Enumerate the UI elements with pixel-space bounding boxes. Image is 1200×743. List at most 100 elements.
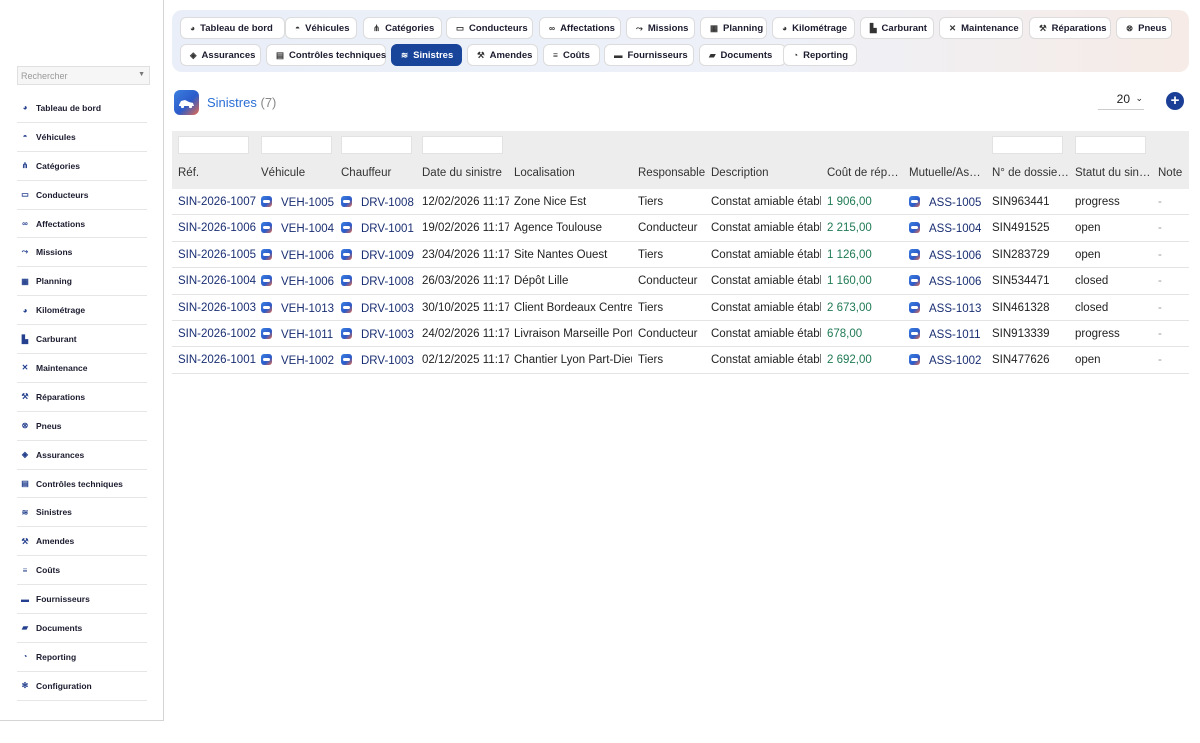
claim-ref-link[interactable]: SIN-2026-1004 <box>178 275 256 287</box>
insurer-link[interactable]: ASS-1004 <box>909 222 986 235</box>
table-row[interactable]: SIN-2026-1007 VEH-1005 DRV-1008 12/02/2026 … <box>172 189 1189 216</box>
tab-calendar[interactable]: ▦ Planning <box>700 17 767 39</box>
vehicle-link-text[interactable]: VEH-1002 <box>281 355 334 367</box>
caret-down-icon[interactable]: ▼ <box>138 71 145 78</box>
vehicle-link[interactable]: VEH-1002 <box>261 354 337 367</box>
sidebar-item-folder[interactable]: ▰ Documents <box>17 614 147 643</box>
sidebar-item-chart-pie[interactable]: ◔ Reporting <box>17 643 147 672</box>
record-link-icon[interactable] <box>909 327 920 339</box>
vehicle-link-text[interactable]: VEH-1013 <box>281 303 334 315</box>
driver-link[interactable]: DRV-1008 <box>341 196 417 209</box>
insurer-link[interactable]: ASS-1006 <box>909 248 986 262</box>
vehicle-link-text[interactable]: VEH-1011 <box>281 329 333 341</box>
column-header[interactable]: Statut du sini… <box>1075 167 1152 179</box>
vehicle-link[interactable]: VEH-1004 <box>261 222 337 235</box>
column-filter-input[interactable] <box>178 136 249 154</box>
tab-tire[interactable]: ⊗ Pneus <box>1116 17 1172 39</box>
driver-link[interactable]: DRV-1003 <box>341 301 417 315</box>
sidebar-item-gavel[interactable]: ⚒ Amendes <box>17 527 147 557</box>
column-header[interactable]: Réf. <box>178 167 256 179</box>
vehicle-link[interactable]: VEH-1013 <box>261 301 337 315</box>
column-header[interactable]: Date du sinistre <box>422 167 509 179</box>
sidebar-item-tools[interactable]: ✕ Maintenance <box>17 354 147 383</box>
record-link-icon[interactable] <box>261 248 272 260</box>
tab-car[interactable]: ◓ Véhicules <box>285 17 357 39</box>
column-header[interactable]: Véhicule <box>261 167 337 179</box>
column-filter-input[interactable] <box>261 136 332 154</box>
tab-link[interactable]: ∞ Affectations <box>539 17 621 39</box>
insurer-link-text[interactable]: ASS-1013 <box>929 303 981 315</box>
record-link-icon[interactable] <box>341 275 352 287</box>
sidebar-item-id-card[interactable]: ▭ Conducteurs <box>17 181 147 210</box>
column-filter-input[interactable] <box>341 136 412 154</box>
claim-ref-link[interactable]: SIN-2026-1005 <box>178 249 256 261</box>
table-row[interactable]: SIN-2026-1006 VEH-1004 DRV-1001 19/02/2026 … <box>172 215 1189 242</box>
record-link-icon[interactable] <box>341 248 352 260</box>
column-header[interactable]: N° de dossie… <box>992 167 1069 179</box>
driver-link[interactable]: DRV-1009 <box>341 248 417 262</box>
table-row[interactable]: SIN-2026-1003 VEH-1013 DRV-1003 30/10/2025 … <box>172 295 1189 321</box>
insurer-link-text[interactable]: ASS-1004 <box>929 223 981 235</box>
vehicle-link-text[interactable]: VEH-1004 <box>281 223 334 235</box>
insurer-link[interactable]: ASS-1006 <box>909 275 986 288</box>
record-link-icon[interactable] <box>261 196 272 207</box>
record-link-icon[interactable] <box>341 301 352 313</box>
tab-id-card[interactable]: ▭ Conducteurs <box>446 17 533 39</box>
claim-ref-link[interactable]: SIN-2026-1002 <box>178 328 256 340</box>
column-header[interactable]: Note <box>1158 167 1188 179</box>
tab-wrench[interactable]: ⚒ Réparations <box>1029 17 1111 39</box>
vehicle-link[interactable]: VEH-1005 <box>261 196 337 209</box>
claim-ref-link[interactable]: SIN-2026-1003 <box>178 302 256 314</box>
tab-clipboard-check[interactable]: ▤ Contrôles techniques <box>266 44 386 66</box>
insurer-link[interactable]: ASS-1013 <box>909 301 986 315</box>
sidebar-item-calendar[interactable]: ▦ Planning <box>17 267 147 297</box>
record-link-icon[interactable] <box>341 196 352 207</box>
sidebar-item-link[interactable]: ∞ Affectations <box>17 210 147 239</box>
column-header[interactable]: Description <box>711 167 821 179</box>
tab-chart-pie[interactable]: ◔ Reporting <box>783 44 857 66</box>
vehicle-link[interactable]: VEH-1011 <box>261 327 337 341</box>
insurer-link-text[interactable]: ASS-1011 <box>929 329 981 341</box>
sidebar-item-tachometer[interactable]: ◕ Kilométrage <box>17 296 147 326</box>
driver-link-text[interactable]: DRV-1003 <box>361 303 414 315</box>
add-record-button[interactable]: + <box>1166 92 1184 110</box>
vehicle-link-text[interactable]: VEH-1006 <box>281 250 334 262</box>
vehicle-link[interactable]: VEH-1006 <box>261 248 337 262</box>
record-link-icon[interactable] <box>261 354 272 366</box>
column-header[interactable]: Localisation <box>514 167 632 179</box>
record-link-icon[interactable] <box>909 301 920 313</box>
vehicle-link-text[interactable]: VEH-1005 <box>281 197 334 209</box>
driver-link-text[interactable]: DRV-1003 <box>361 355 414 367</box>
table-row[interactable]: SIN-2026-1005 VEH-1006 DRV-1009 23/04/2026 … <box>172 242 1189 269</box>
tab-gas-pump[interactable]: ▙ Carburant <box>860 17 934 39</box>
column-filter-input[interactable] <box>422 136 503 154</box>
search-select[interactable]: Rechercher ▼ <box>17 66 150 85</box>
claim-ref-link[interactable]: SIN-2026-1006 <box>178 222 256 234</box>
tab-coins[interactable]: ≡ Coûts <box>543 44 600 66</box>
insurer-link-text[interactable]: ASS-1006 <box>929 276 981 288</box>
insurer-link[interactable]: ASS-1005 <box>909 196 986 209</box>
record-link-icon[interactable] <box>261 222 272 234</box>
sidebar-item-tire[interactable]: ⊗ Pneus <box>17 412 147 441</box>
sidebar-item-car-crash[interactable]: ≋ Sinistres <box>17 498 147 528</box>
tab-warehouse[interactable]: ▬ Fournisseurs <box>604 44 694 66</box>
vehicle-link[interactable]: VEH-1006 <box>261 275 337 288</box>
sidebar-item-route[interactable]: ⤳ Missions <box>17 238 147 268</box>
record-link-icon[interactable] <box>909 354 920 366</box>
tab-shield[interactable]: ◈ Assurances <box>180 44 261 66</box>
sidebar-item-wrench[interactable]: ⚒ Réparations <box>17 383 147 412</box>
insurer-link-text[interactable]: ASS-1006 <box>929 250 981 262</box>
driver-link-text[interactable]: DRV-1003 <box>361 329 414 341</box>
sidebar-item-car[interactable]: ◓ Véhicules <box>17 123 147 152</box>
tab-tools[interactable]: ✕ Maintenance <box>939 17 1023 39</box>
insurer-link-text[interactable]: ASS-1005 <box>929 197 981 209</box>
record-link-icon[interactable] <box>909 275 920 287</box>
insurer-link[interactable]: ASS-1011 <box>909 327 986 341</box>
driver-link[interactable]: DRV-1003 <box>341 327 417 341</box>
column-filter-input[interactable] <box>1075 136 1146 154</box>
record-link-icon[interactable] <box>341 354 352 366</box>
sidebar-item-gear[interactable]: ✻ Configuration <box>17 672 147 701</box>
insurer-link[interactable]: ASS-1002 <box>909 354 986 367</box>
driver-link-text[interactable]: DRV-1008 <box>361 197 414 209</box>
sidebar-item-gas-pump[interactable]: ▙ Carburant <box>17 325 147 355</box>
